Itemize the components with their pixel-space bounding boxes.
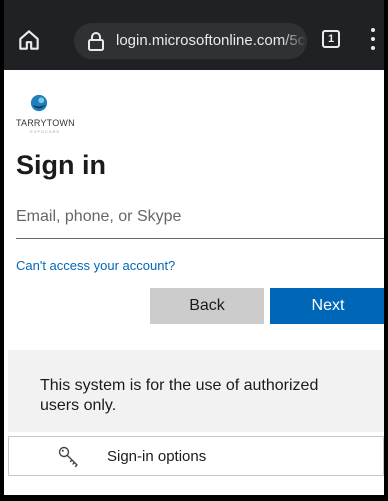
- browser-window: login.microsoftonline.com/5c 1 TARRYTOWN…: [0, 0, 388, 501]
- url-text: login.microsoftonline.com/5c: [116, 32, 306, 49]
- logo-tagline: EXPOCARE: [30, 129, 61, 134]
- cant-access-account-link[interactable]: Can't access your account?: [16, 258, 175, 273]
- back-button[interactable]: Back: [150, 288, 264, 324]
- page-title: Sign in: [16, 150, 106, 180]
- logo-mark-icon: [30, 94, 48, 112]
- notice-text: This system is for the use of authorized…: [40, 377, 319, 414]
- browser-toolbar: login.microsoftonline.com/5c 1: [4, 0, 384, 70]
- tab-switcher-icon[interactable]: 1: [322, 30, 340, 48]
- lock-icon: [86, 31, 106, 51]
- authorization-notice: This system is for the use of authorized…: [8, 350, 384, 432]
- logo-wordmark: TARRYTOWN: [16, 118, 75, 128]
- tab-count: 1: [327, 33, 335, 45]
- key-icon: [57, 445, 81, 469]
- email-field[interactable]: [16, 200, 384, 239]
- home-icon[interactable]: [16, 27, 42, 53]
- address-bar[interactable]: login.microsoftonline.com/5c: [74, 23, 307, 59]
- next-button[interactable]: Next: [270, 288, 384, 324]
- company-logo: TARRYTOWN EXPOCARE: [16, 94, 82, 144]
- url-fade: [281, 23, 307, 59]
- sign-in-options-button[interactable]: Sign-in options: [8, 436, 384, 476]
- sign-in-options-label: Sign-in options: [107, 448, 207, 465]
- more-vert-icon[interactable]: [366, 26, 380, 52]
